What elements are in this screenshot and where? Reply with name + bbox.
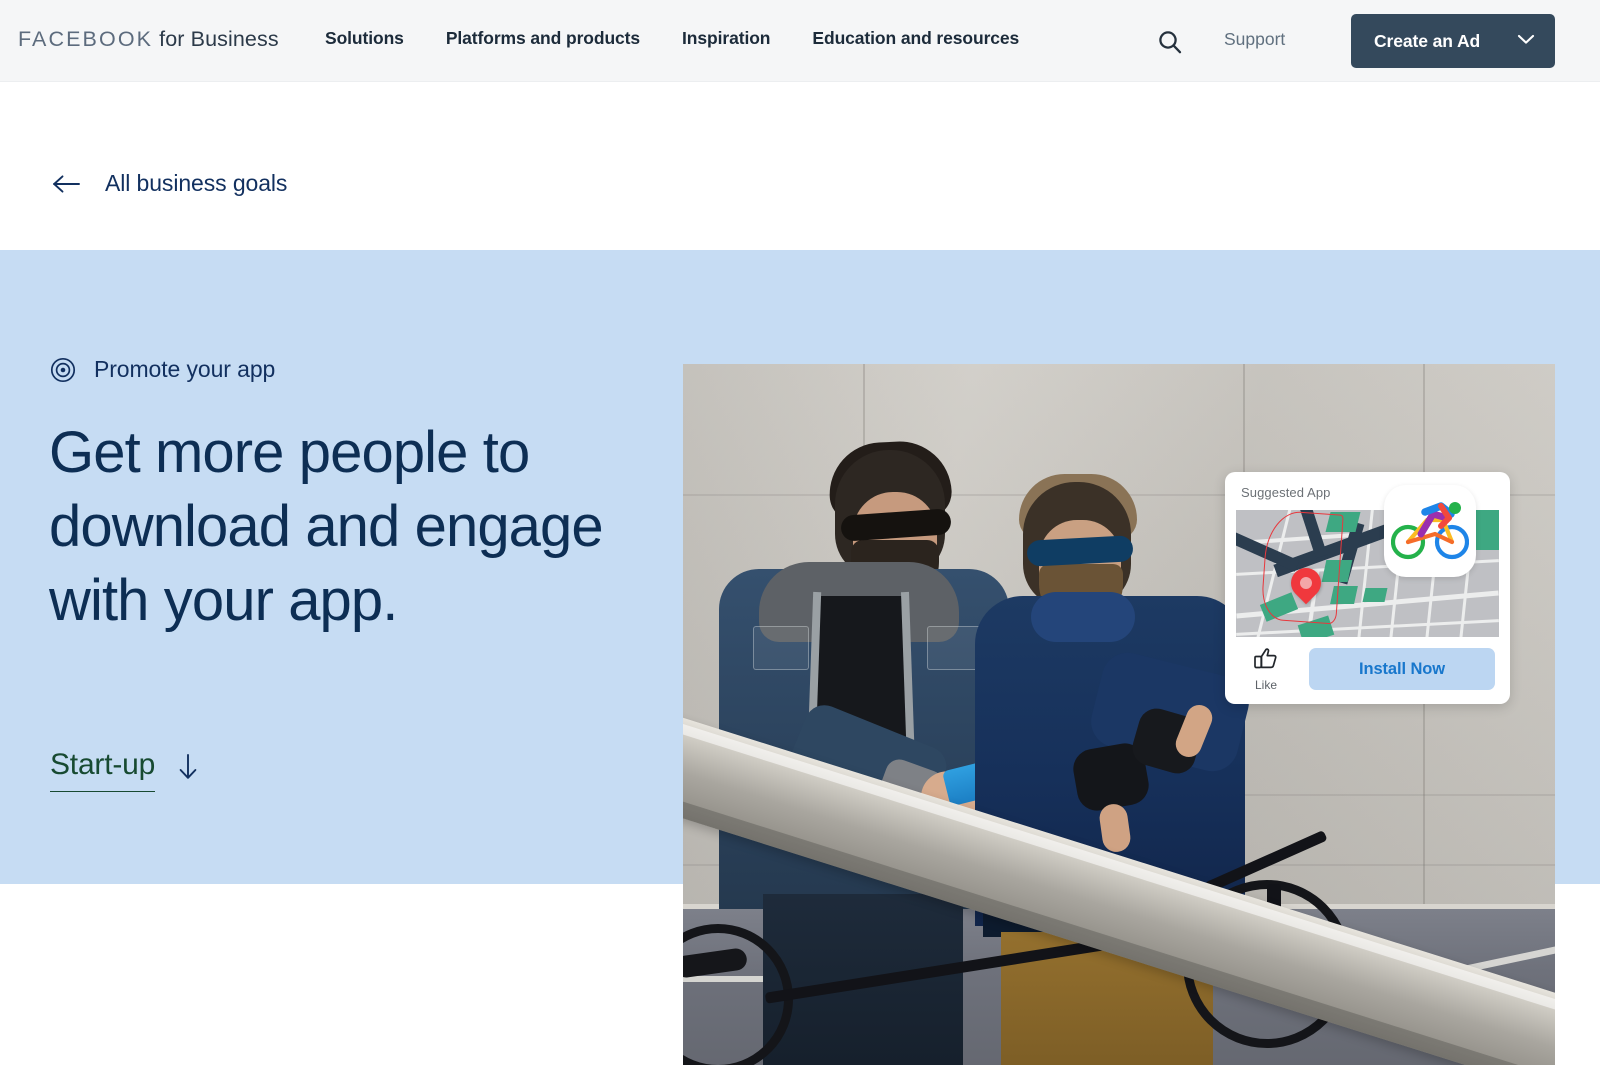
suggested-app-card: Suggested App Like Install Now	[1225, 472, 1510, 704]
thumbs-up-icon	[1254, 648, 1277, 669]
chevron-down-icon	[1517, 34, 1535, 44]
arrow-left-icon	[53, 174, 80, 193]
primary-nav: Solutions Platforms and products Inspira…	[325, 28, 1019, 49]
like-button[interactable]: Like	[1238, 647, 1294, 692]
person-two-collar	[1031, 592, 1135, 642]
hero-photo	[683, 364, 1555, 1065]
hero-section: Promote your app Get more people to down…	[0, 250, 1600, 1065]
brand-logo[interactable]: FACEBOOK for Business	[18, 27, 279, 52]
search-button[interactable]	[1152, 24, 1188, 60]
back-to-all-business-goals-link[interactable]: All business goals	[52, 170, 287, 197]
nav-item-education-and-resources[interactable]: Education and resources	[812, 28, 1019, 49]
hero-eyebrow-label: Promote your app	[94, 356, 276, 382]
map-park	[1362, 588, 1388, 602]
suggested-app-title: Suggested App	[1241, 485, 1331, 500]
site-header: FACEBOOK for Business Solutions Platform…	[0, 0, 1600, 82]
cyclist-app-icon	[1384, 485, 1476, 577]
install-now-button[interactable]: Install Now	[1309, 648, 1495, 690]
arrow-down-icon	[179, 754, 197, 779]
person-two-sunglasses	[1026, 535, 1134, 567]
hero-eyebrow: Promote your app	[50, 356, 275, 383]
nav-item-inspiration[interactable]: Inspiration	[682, 28, 770, 49]
map-park	[1476, 510, 1499, 550]
page-title: Get more people to download and engage w…	[49, 420, 604, 633]
person-one-jacket-pocket	[753, 626, 809, 670]
breadcrumb-band: All business goals	[0, 82, 1600, 250]
like-label: Like	[1254, 678, 1277, 692]
support-link[interactable]: Support	[1224, 29, 1285, 50]
install-now-label: Install Now	[1359, 659, 1445, 678]
back-link-label: All business goals	[105, 170, 288, 196]
nav-item-solutions[interactable]: Solutions	[325, 28, 404, 49]
cyclist-icon-art	[1391, 502, 1469, 560]
start-up-link[interactable]: Start-up	[50, 748, 201, 792]
create-an-ad-button[interactable]: Create an Ad	[1351, 14, 1555, 68]
target-icon	[50, 357, 76, 382]
create-an-ad-label: Create an Ad	[1374, 30, 1481, 51]
brand-facebook-text: FACEBOOK	[18, 27, 154, 51]
nav-item-platforms-and-products[interactable]: Platforms and products	[446, 28, 640, 49]
hero-photo-scene	[683, 364, 1555, 1065]
brand-for-business-text: for Business	[153, 27, 279, 51]
search-icon	[1159, 31, 1182, 54]
start-up-label: Start-up	[50, 748, 155, 792]
